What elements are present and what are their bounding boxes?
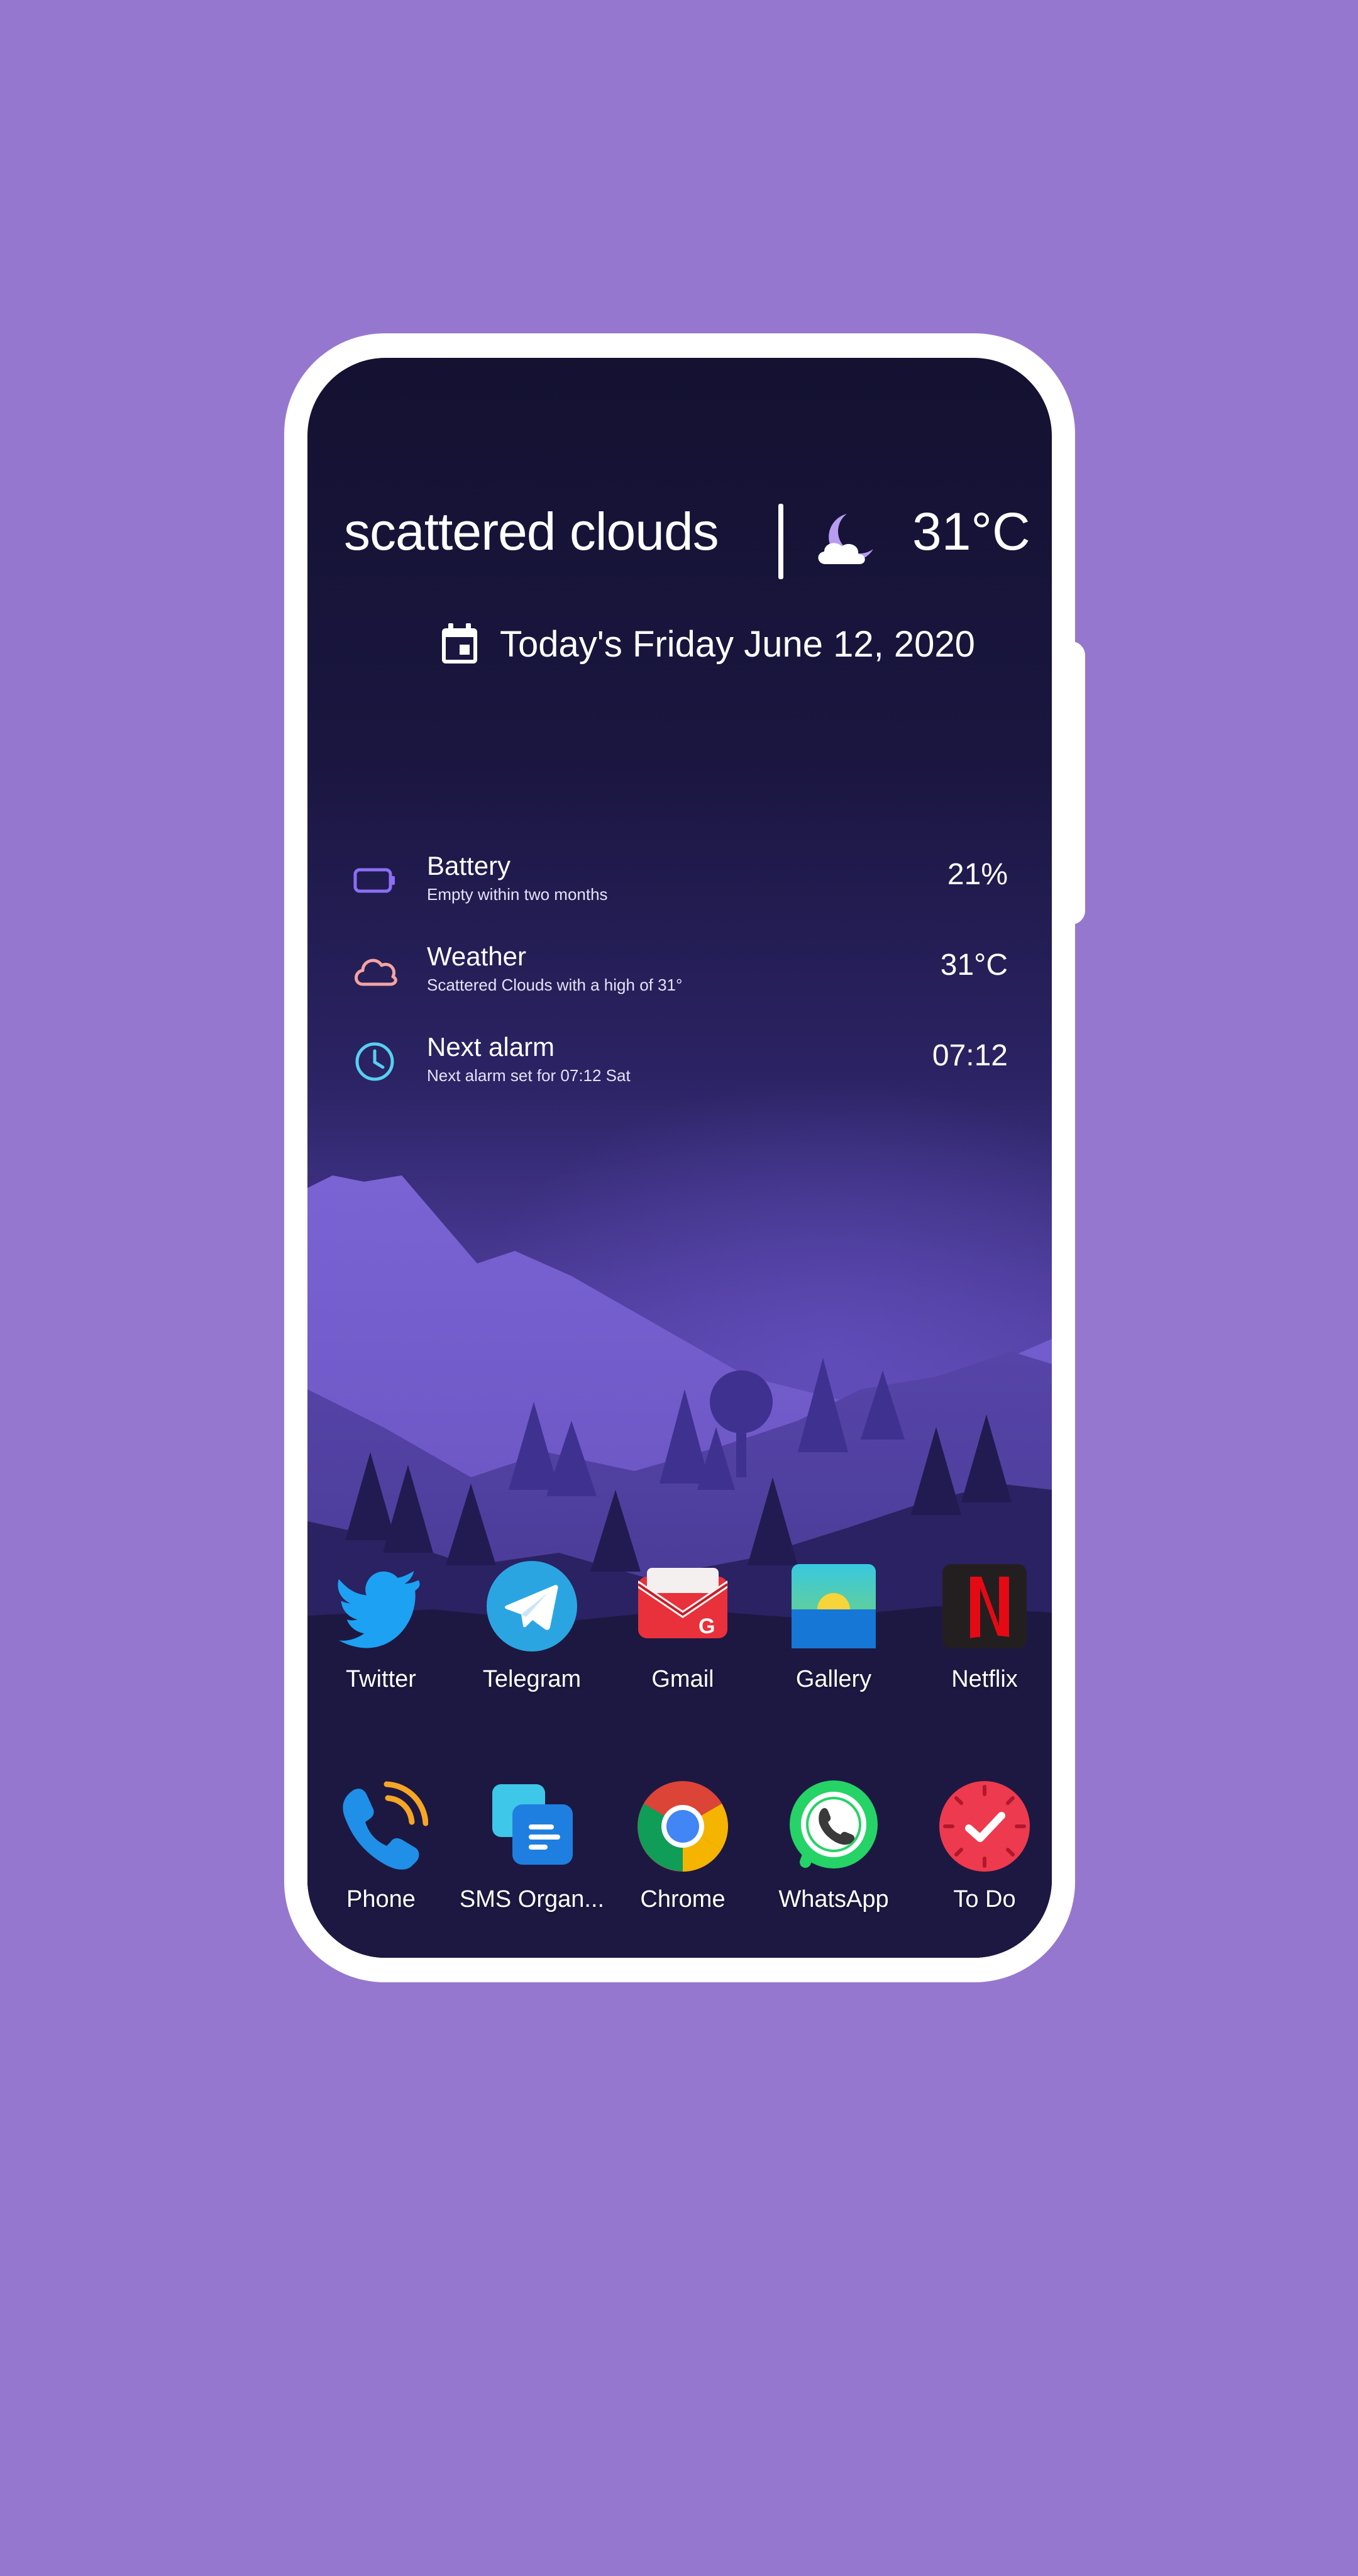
info-subtitle: Empty within two months [427, 885, 608, 904]
info-value: 31°C [940, 948, 1008, 982]
info-subtitle: Scattered Clouds with a high of 31° [427, 975, 683, 994]
chrome-icon [638, 1781, 728, 1872]
app-label-todo: To Do [953, 1886, 1016, 1913]
info-item-next-alarm[interactable]: Next alarm Next alarm set for 07:12 Sat … [307, 1026, 1052, 1101]
app-gallery[interactable] [787, 1559, 881, 1653]
info-title: Next alarm [427, 1032, 555, 1062]
app-telegram[interactable] [485, 1559, 579, 1653]
twitter-icon [338, 1570, 420, 1648]
netflix-icon [942, 1564, 1027, 1648]
sms-organizer-icon [492, 1784, 573, 1865]
telegram-icon [487, 1561, 577, 1652]
wallpaper [307, 1050, 1052, 1958]
home-screen: scattered clouds 31°C Today's Friday Jun… [307, 358, 1052, 1958]
clock-icon [355, 1042, 394, 1081]
app-label-whatsapp: WhatsApp [778, 1886, 889, 1913]
app-label-twitter: Twitter [346, 1666, 416, 1692]
app-gmail[interactable]: G [636, 1559, 730, 1653]
app-netflix[interactable] [937, 1559, 1032, 1653]
app-label-gallery: Gallery [795, 1666, 872, 1692]
whatsapp-icon [790, 1780, 878, 1868]
moon-cloud-icon [818, 514, 873, 564]
app-label-phone: Phone [346, 1886, 416, 1913]
info-item-battery[interactable]: Battery Empty within two months 21% [307, 845, 1052, 920]
weather-temperature[interactable]: 31°C [912, 501, 1030, 562]
calendar-icon [442, 623, 477, 663]
info-value: 07:12 [932, 1039, 1008, 1072]
phone-icon [343, 1781, 429, 1870]
svg-text:G: G [698, 1614, 715, 1638]
gallery-icon [792, 1564, 876, 1648]
app-label-chrome: Chrome [640, 1886, 726, 1913]
info-value: 21% [947, 858, 1008, 891]
app-whatsapp[interactable] [787, 1779, 881, 1874]
app-label-gmail: Gmail [651, 1666, 714, 1692]
app-chrome[interactable] [636, 1779, 730, 1874]
cloud-icon [355, 958, 397, 986]
app-twitter[interactable] [334, 1559, 428, 1653]
app-todo[interactable] [937, 1779, 1032, 1874]
info-title: Weather [427, 941, 526, 971]
weather-divider [778, 504, 783, 579]
side-button [1063, 641, 1085, 924]
app-label-sms-organizer: SMS Organ... [459, 1886, 605, 1913]
app-label-netflix: Netflix [951, 1666, 1018, 1692]
date-line[interactable]: Today's Friday June 12, 2020 [500, 623, 975, 665]
info-title: Battery [427, 851, 511, 880]
battery-icon [353, 868, 395, 893]
info-subtitle: Next alarm set for 07:12 Sat [427, 1066, 631, 1085]
app-phone[interactable] [334, 1779, 429, 1874]
info-item-weather[interactable]: Weather Scattered Clouds with a high of … [307, 935, 1052, 1011]
app-label-telegram: Telegram [482, 1666, 582, 1692]
app-sms-organizer[interactable] [485, 1779, 579, 1874]
gmail-icon: G [637, 1568, 729, 1638]
weather-condition[interactable]: scattered clouds [344, 501, 719, 562]
todo-icon [939, 1781, 1030, 1872]
